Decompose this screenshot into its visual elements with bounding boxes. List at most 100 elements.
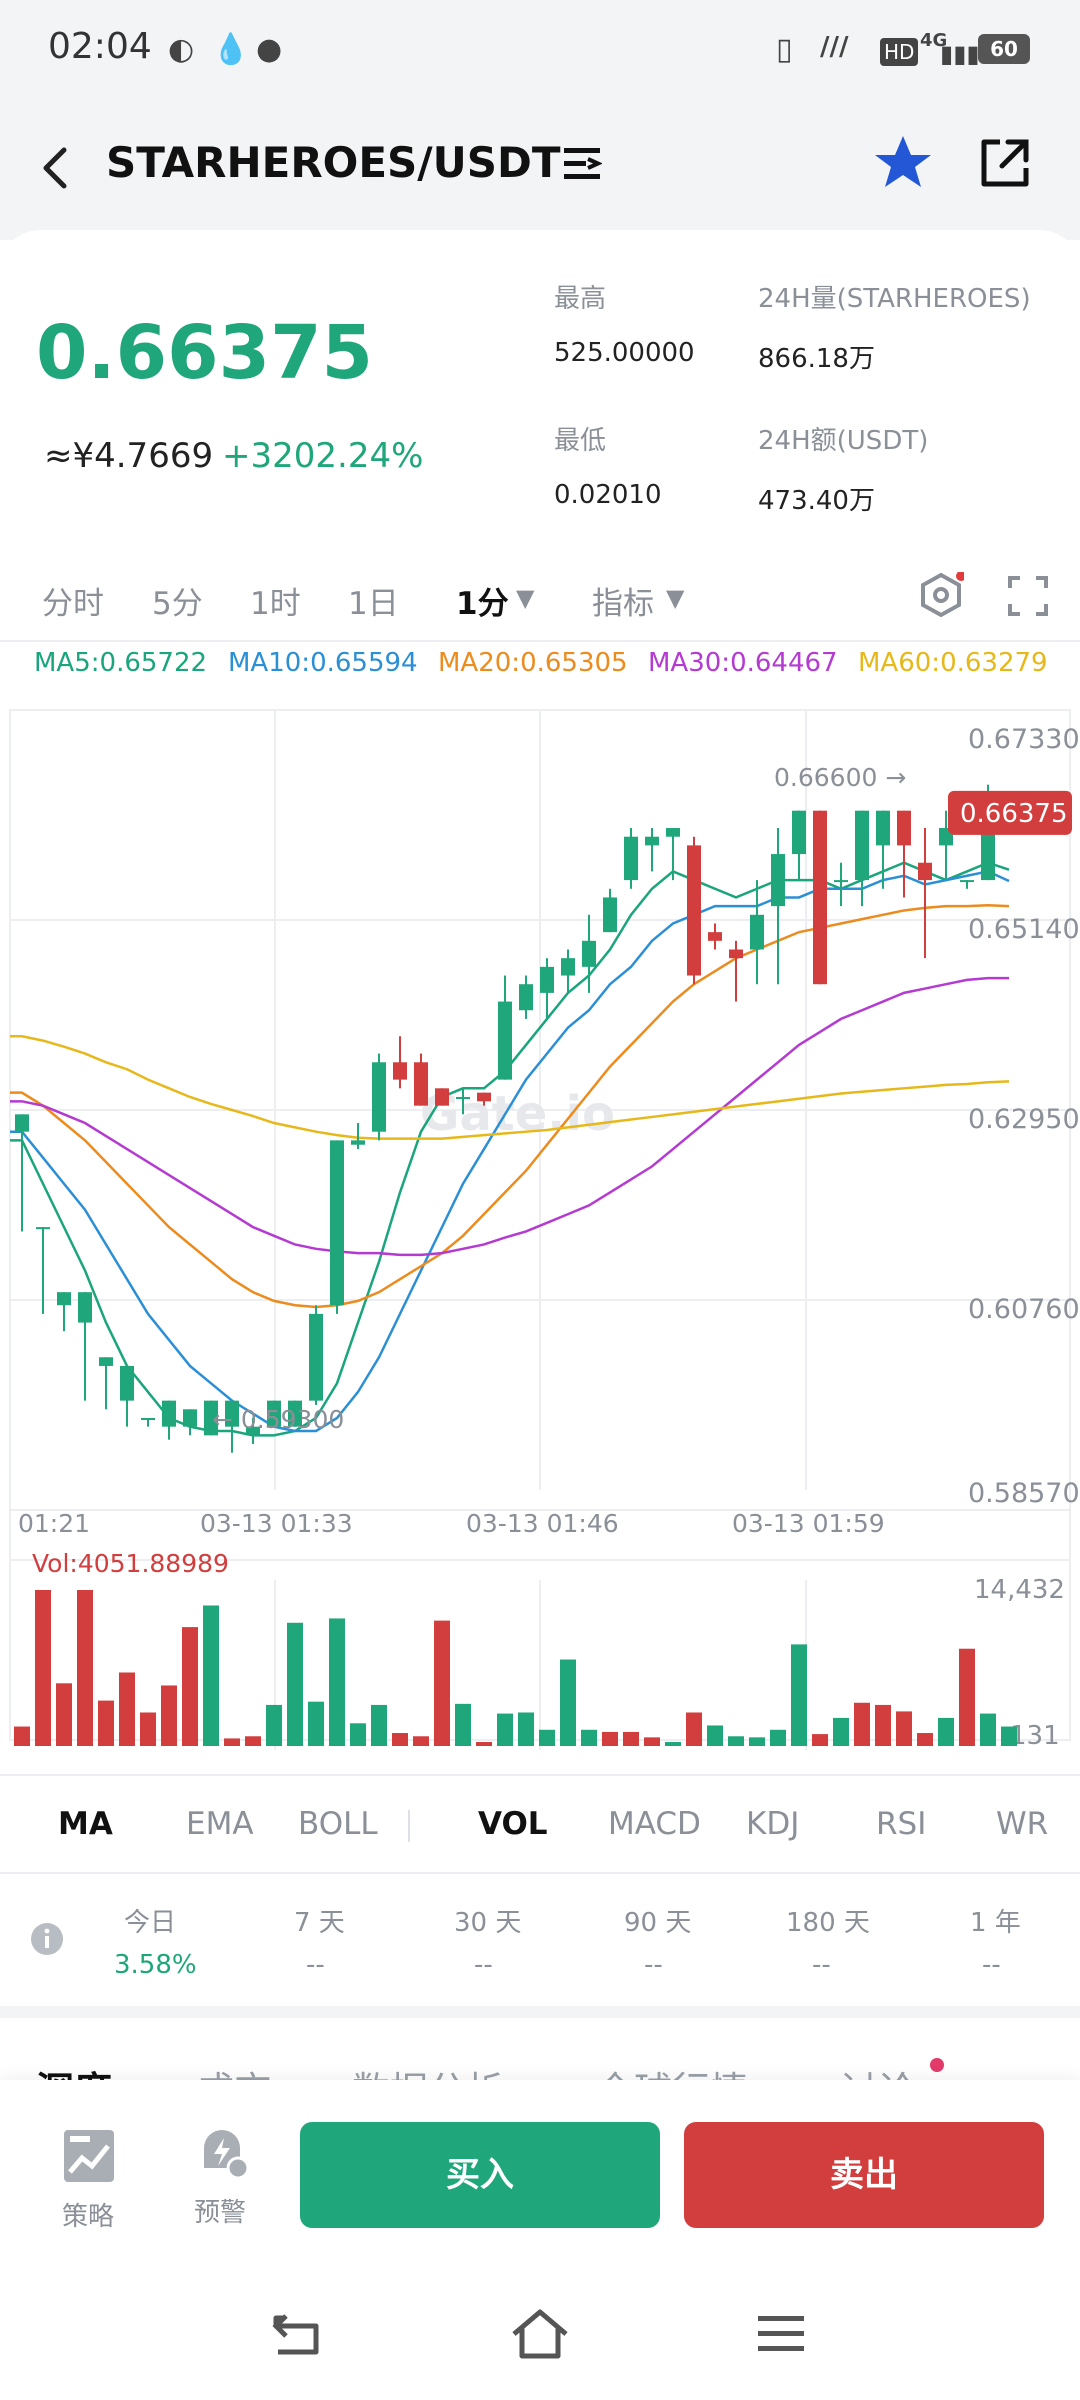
indicator-tab-rsi[interactable]: RSI xyxy=(876,1806,926,1842)
y-tick-label: 0.60760 xyxy=(968,1294,1080,1325)
indicator-tab-wr[interactable]: WR xyxy=(996,1806,1048,1842)
kline-chart[interactable]: Gate.io0.673300.651400.629500.607600.585… xyxy=(0,700,1080,1760)
volume-legend: Vol:4051.88989 xyxy=(32,1549,229,1578)
tab-1min[interactable]: 1分 xyxy=(456,578,509,623)
candle-body xyxy=(372,1062,386,1132)
volume-bar xyxy=(476,1742,492,1746)
volume-bar xyxy=(728,1736,744,1746)
perf-today-value: 3.58% xyxy=(114,1950,197,1980)
tab-5min[interactable]: 5分 xyxy=(152,578,203,623)
candle-body xyxy=(141,1417,155,1420)
high-price-marker: 0.66600 → xyxy=(774,763,906,792)
x-tick-label: 03-13 01:46 xyxy=(466,1509,619,1538)
volume-bar xyxy=(707,1725,723,1746)
x-tick-label: 03-13 01:59 xyxy=(732,1509,885,1538)
tab-trades[interactable]: 成交 xyxy=(196,2060,272,2080)
candle-body xyxy=(351,1140,365,1145)
info-icon[interactable] xyxy=(30,1922,64,1956)
buy-button[interactable]: 买入 xyxy=(300,2122,660,2228)
pair-title[interactable]: STARHEROES/USDT xyxy=(106,138,561,187)
volume-bar xyxy=(665,1742,681,1746)
tab-timeshare[interactable]: 分时 xyxy=(42,578,104,623)
divider xyxy=(0,640,1080,642)
sell-button[interactable]: 卖出 xyxy=(684,2122,1044,2228)
perf-1y-value: -- xyxy=(982,1950,1001,1980)
alert-bell-icon[interactable] xyxy=(194,2124,250,2182)
chevron-down-icon[interactable]: ▼ xyxy=(516,584,534,612)
hd-icon: HD xyxy=(880,38,919,66)
volume-bar xyxy=(350,1723,366,1746)
volume-bar xyxy=(917,1733,933,1746)
candle-body xyxy=(603,897,617,933)
indicator-tab-ma[interactable]: MA xyxy=(58,1806,113,1842)
amount-value: 473.40万 xyxy=(758,486,875,516)
candle-body xyxy=(624,836,638,881)
ma60-legend: MA60:0.63279 xyxy=(858,648,1048,678)
cny-price: ≈¥4.7669 xyxy=(44,436,214,476)
candle-body xyxy=(666,828,680,837)
indicator-tab-boll[interactable]: BOLL xyxy=(298,1806,378,1842)
settings-hexagon-icon[interactable] xyxy=(918,572,964,618)
nav-menu-icon[interactable] xyxy=(756,2314,806,2354)
candle-body xyxy=(792,810,806,855)
nav-back-icon[interactable] xyxy=(270,2312,326,2360)
candle-body xyxy=(750,914,764,950)
volume-bar xyxy=(833,1717,849,1746)
x-tick-label: 01:21 xyxy=(18,1509,90,1538)
share-icon[interactable] xyxy=(978,136,1032,190)
nav-home-icon[interactable] xyxy=(510,2308,570,2360)
section-gap xyxy=(0,2006,1080,2018)
indicator-dropdown[interactable]: 指标 xyxy=(592,578,654,623)
volume-min-label: 131 xyxy=(1010,1721,1060,1751)
high-label: 最高 xyxy=(554,284,607,314)
back-arrow-icon[interactable] xyxy=(34,138,74,198)
tab-data-analysis[interactable]: 数据分析 xyxy=(352,2060,504,2080)
candle-body xyxy=(918,862,932,881)
candle-body xyxy=(15,1114,29,1132)
y-tick-label: 0.65140 xyxy=(968,914,1080,945)
tab-depth[interactable]: 深度 xyxy=(36,2060,112,2080)
volume-bar xyxy=(518,1712,534,1746)
candle-body xyxy=(78,1292,92,1323)
volume-bar xyxy=(119,1672,135,1746)
indicator-tab-vol[interactable]: VOL xyxy=(478,1806,548,1842)
candle-body xyxy=(771,854,785,907)
fullscreen-icon[interactable] xyxy=(1006,574,1050,618)
divider xyxy=(0,1872,1080,1874)
volume-bar xyxy=(581,1729,597,1746)
tab-1hour[interactable]: 1时 xyxy=(250,578,301,623)
volume-bar xyxy=(959,1648,975,1746)
volume-bar xyxy=(602,1731,618,1746)
volume-bar xyxy=(266,1704,282,1746)
pair-switch-icon[interactable] xyxy=(562,144,602,184)
perf-30d-label: 30 天 xyxy=(454,1908,522,1938)
y-tick-label: 0.67330 xyxy=(968,724,1080,755)
candle-body xyxy=(120,1365,134,1401)
volume-bar xyxy=(35,1590,51,1746)
indicator-tab-kdj[interactable]: KDJ xyxy=(746,1806,799,1842)
indicator-tab-macd[interactable]: MACD xyxy=(608,1806,701,1842)
favorite-star-icon[interactable] xyxy=(870,130,936,196)
volume-bar xyxy=(308,1701,324,1746)
tab-discussion[interactable]: 讨论 xyxy=(840,2060,916,2080)
alert-label[interactable]: 预警 xyxy=(194,2192,246,2229)
tab-global-market[interactable]: 全球行情 xyxy=(596,2060,748,2080)
candle-body xyxy=(729,949,743,959)
volume-bar xyxy=(56,1683,72,1746)
water-drop-icon: 💧 xyxy=(212,32,250,67)
volume-value: 866.18万 xyxy=(758,344,875,374)
candle-body xyxy=(687,845,701,976)
indicator-tab-ema[interactable]: EMA xyxy=(186,1806,254,1842)
volume-max-label: 14,432 xyxy=(974,1575,1065,1605)
volume-bar xyxy=(434,1620,450,1746)
candle-body xyxy=(393,1062,407,1080)
tab-1day[interactable]: 1日 xyxy=(348,578,399,623)
volume-bar xyxy=(224,1738,240,1746)
volume-bar xyxy=(140,1712,156,1746)
strategy-label[interactable]: 策略 xyxy=(62,2196,114,2233)
volume-bar xyxy=(686,1712,702,1746)
strategy-icon[interactable] xyxy=(62,2128,116,2184)
chevron-down-icon[interactable]: ▼ xyxy=(666,584,684,612)
app-notification-icon: ◐ xyxy=(168,32,195,67)
status-time: 02:04 xyxy=(48,26,152,67)
